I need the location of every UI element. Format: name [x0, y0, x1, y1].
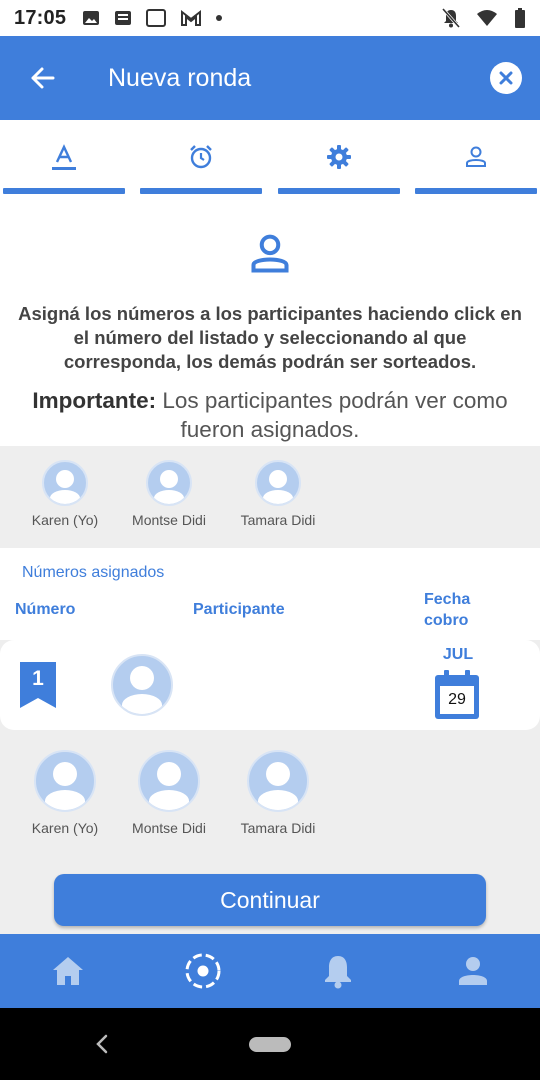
tab-indicator — [3, 188, 125, 194]
participant-chip[interactable]: Tamara Didi — [234, 750, 322, 836]
avatar — [247, 750, 309, 812]
tab-alarm[interactable] — [140, 120, 262, 194]
system-navigation — [0, 1008, 540, 1080]
image-icon — [83, 11, 100, 25]
payment-day: 29 — [448, 691, 466, 708]
participant-name: Karen (Yo) — [31, 820, 99, 836]
note-text: Los participantes podrán ver como fueron… — [156, 388, 508, 442]
system-icons — [442, 8, 526, 28]
participant-name: Montse Didi — [132, 820, 206, 836]
system-back-icon[interactable] — [94, 1032, 110, 1056]
app-bar: Nueva ronda — [0, 36, 540, 120]
nav-profile[interactable] — [405, 934, 540, 1008]
bell-icon — [324, 956, 351, 989]
tab-indicator — [140, 188, 262, 194]
avatar — [42, 460, 88, 506]
avatar — [138, 750, 200, 812]
status-bar: 17:05 — [0, 0, 540, 36]
participant-name: Karen (Yo) — [31, 512, 99, 528]
tab-indicator — [278, 188, 400, 194]
column-date-line2: cobro — [424, 612, 469, 629]
news-icon — [115, 11, 132, 25]
tab-settings[interactable] — [278, 120, 400, 194]
close-button[interactable] — [490, 62, 522, 94]
mute-bell-icon — [442, 8, 460, 28]
instructions-panel: Asigná los números a los participantes h… — [0, 198, 540, 446]
gmail-icon — [181, 9, 202, 26]
assignment-row[interactable]: 1 JUL 29 — [0, 640, 540, 730]
participant-name: Tamara Didi — [240, 512, 316, 528]
back-button[interactable] — [0, 36, 84, 120]
column-participant: Participante — [193, 601, 285, 618]
instructions-text: Asigná los números a los participantes h… — [18, 303, 522, 372]
battery-icon — [515, 8, 525, 28]
person-icon — [466, 146, 486, 167]
alarm-icon — [190, 145, 212, 169]
payment-month: JUL — [442, 646, 474, 663]
app-icon — [146, 9, 167, 27]
payment-date[interactable]: 29 — [434, 670, 480, 720]
important-note: Importante: Los participantes podrán ver… — [10, 386, 530, 444]
participant-name: Montse Didi — [132, 512, 206, 528]
avatar — [146, 460, 192, 506]
participants-list: Karen (Yo) Montse Didi Tamara Didi — [0, 446, 540, 548]
avatar[interactable] — [111, 654, 173, 716]
column-date-line1: Fecha — [424, 591, 471, 608]
assigned-subtitle: Números asignados — [22, 564, 165, 581]
participant-chip[interactable]: Montse Didi — [126, 750, 212, 836]
participant-chip[interactable]: Karen (Yo) — [22, 460, 108, 528]
tab-text[interactable] — [3, 120, 125, 194]
close-icon — [499, 71, 513, 85]
profile-icon — [458, 957, 487, 985]
wifi-icon — [477, 10, 497, 26]
continue-button[interactable]: Continuar — [54, 874, 486, 926]
bottom-navigation — [0, 934, 540, 1008]
participant-chip[interactable]: Tamara Didi — [234, 460, 322, 528]
tab-participants[interactable] — [415, 120, 537, 194]
tab-indicator — [415, 188, 537, 194]
assigned-numbers-header: Números asignados Número Participante Fe… — [0, 548, 540, 640]
notification-icons — [82, 9, 223, 27]
note-label: Importante: — [32, 388, 157, 413]
home-pill[interactable] — [249, 1037, 291, 1052]
badge-number: 1 — [32, 667, 44, 690]
page-title: Nueva ronda — [108, 63, 252, 92]
nav-notifications[interactable] — [270, 934, 405, 1008]
home-icon — [52, 957, 83, 985]
avatar — [255, 460, 301, 506]
status-time: 17:05 — [14, 6, 67, 29]
person-icon — [251, 234, 289, 273]
nav-round[interactable] — [135, 934, 270, 1008]
step-tabs — [0, 120, 540, 198]
nav-home[interactable] — [0, 934, 135, 1008]
round-icon — [185, 953, 220, 989]
participant-chip[interactable]: Montse Didi — [126, 460, 212, 528]
avatar — [34, 750, 96, 812]
gear-icon — [327, 145, 351, 169]
arrow-back-icon — [31, 67, 55, 89]
column-number: Número — [15, 601, 76, 618]
participant-name: Tamara Didi — [240, 820, 316, 836]
participant-chip[interactable]: Karen (Yo) — [22, 750, 108, 836]
dot-icon — [216, 15, 223, 21]
text-format-icon — [52, 144, 76, 170]
participants-list-bottom: Karen (Yo) Montse Didi Tamara Didi — [0, 730, 540, 852]
number-badge[interactable]: 1 — [20, 662, 56, 708]
